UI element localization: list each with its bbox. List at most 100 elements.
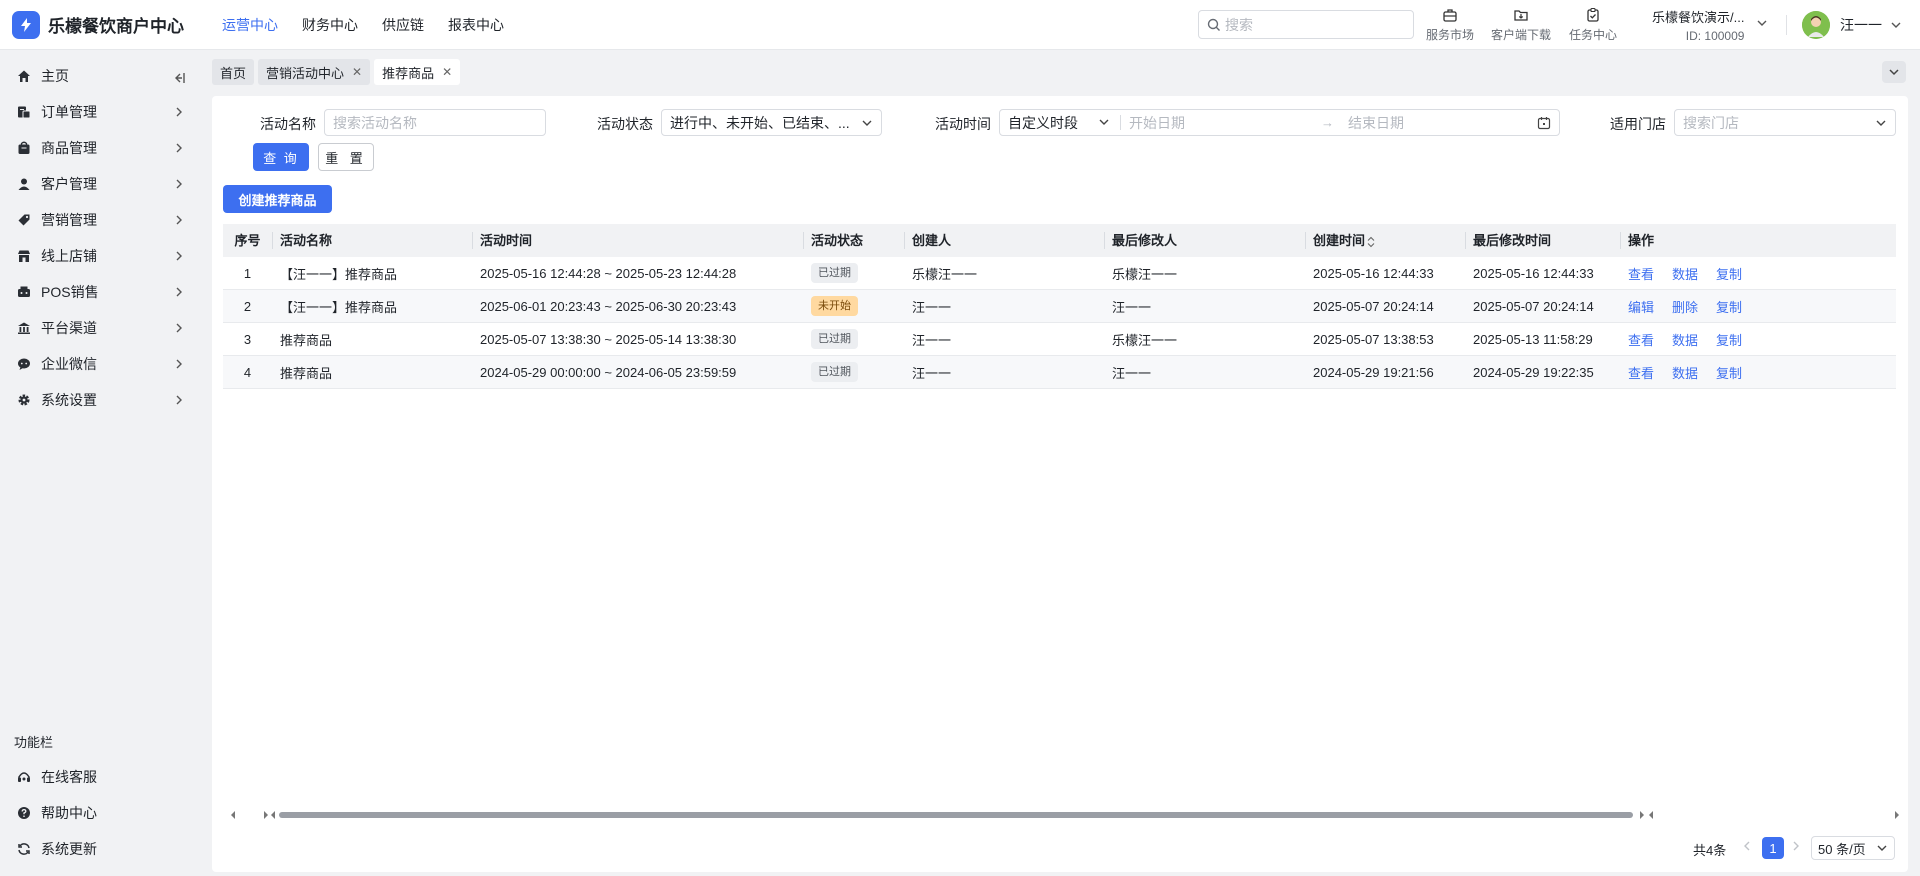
- topnav-finance[interactable]: 财务中心: [290, 0, 370, 50]
- sidebar-item-label: 客户管理: [41, 176, 97, 192]
- end-date-input[interactable]: 结束日期: [1340, 113, 1530, 133]
- chevron-right-icon: [174, 394, 184, 406]
- start-date-input[interactable]: 开始日期: [1121, 113, 1321, 133]
- next-page-icon[interactable]: [1792, 840, 1800, 852]
- create-recommended-product-button[interactable]: 创建推荐商品: [223, 185, 332, 213]
- logo-icon: [12, 10, 40, 39]
- chevron-right-icon: [174, 106, 184, 118]
- topnav-operations[interactable]: 运营中心: [210, 0, 290, 50]
- table-row: 4 推荐商品 2024-05-29 00:00:00 ~ 2024-06-05 …: [223, 356, 1896, 389]
- sidebar-item-orders[interactable]: 订单管理: [0, 94, 200, 130]
- chevron-down-icon[interactable]: [1756, 17, 1768, 29]
- cell-creator: 乐檬汪一一: [912, 266, 978, 282]
- copy-link[interactable]: 复制: [1716, 366, 1742, 381]
- prev-page-icon[interactable]: [1743, 840, 1751, 852]
- cell-name: 【汪一一】推荐商品: [280, 299, 398, 315]
- horizontal-scrollbar[interactable]: [229, 808, 1901, 822]
- activity-status-select[interactable]: 进行中、未开始、已结束、...: [661, 109, 882, 136]
- column-header-created-time[interactable]: 创建时间: [1305, 224, 1465, 257]
- scroll-right-icon[interactable]: [1638, 810, 1646, 820]
- calendar-icon[interactable]: [1537, 116, 1551, 130]
- cell-created-time: 2024-05-29 19:21:56: [1313, 364, 1434, 380]
- cell-index: 2: [243, 298, 252, 314]
- reset-button[interactable]: 重 置: [318, 143, 374, 171]
- tab-label: 推荐商品: [382, 65, 435, 81]
- global-search[interactable]: [1198, 10, 1414, 39]
- sidebar-item-home[interactable]: 主页: [0, 58, 200, 94]
- view-link[interactable]: 查看: [1628, 267, 1654, 282]
- column-header-label: 创建时间: [1313, 233, 1366, 248]
- org-switcher[interactable]: 乐檬餐饮演示/... ID: 100009: [1652, 7, 1744, 43]
- data-link[interactable]: 数据: [1672, 267, 1698, 282]
- sidebar-item-marketing[interactable]: 营销管理: [0, 202, 200, 238]
- cell-modifier: 乐檬汪一一: [1112, 266, 1178, 282]
- sidebar-item-pos[interactable]: POS销售: [0, 274, 200, 310]
- topnav-supply-chain[interactable]: 供应链: [370, 0, 436, 50]
- copy-link[interactable]: 复制: [1716, 300, 1742, 315]
- scroll-left-icon[interactable]: [1647, 810, 1655, 820]
- search-icon: [1207, 18, 1221, 32]
- clipboard-check-icon: [1585, 7, 1601, 23]
- scroll-thumb[interactable]: [279, 812, 1633, 818]
- edit-link[interactable]: 编辑: [1628, 300, 1654, 315]
- tab-marketing-center[interactable]: 营销活动中心 ✕: [258, 59, 371, 85]
- scroll-left-icon[interactable]: [229, 810, 237, 820]
- sidebar-item-products[interactable]: 商品管理: [0, 130, 200, 166]
- page-number-current[interactable]: 1: [1762, 837, 1784, 859]
- copy-link[interactable]: 复制: [1716, 333, 1742, 348]
- delete-link[interactable]: 删除: [1672, 300, 1698, 315]
- chevron-right-icon: [174, 178, 184, 190]
- topnav-reports[interactable]: 报表中心: [436, 0, 516, 50]
- user-menu[interactable]: 汪一一: [1802, 11, 1902, 39]
- function-item-help-center[interactable]: 帮助中心: [0, 795, 200, 831]
- sidebar-item-label: 主页: [41, 68, 69, 84]
- sidebar-item-online-store[interactable]: 线上店铺: [0, 238, 200, 274]
- order-icon: [16, 104, 32, 120]
- home-icon: [16, 68, 32, 84]
- sidebar-item-channels[interactable]: 平台渠道: [0, 310, 200, 346]
- data-link[interactable]: 数据: [1672, 333, 1698, 348]
- sidebar-item-wecom[interactable]: 企业微信: [0, 346, 200, 382]
- quick-task-center[interactable]: 任务中心: [1569, 7, 1617, 43]
- cell-name: 推荐商品: [280, 332, 333, 348]
- chevron-right-icon: [174, 358, 184, 370]
- org-id: ID: 100009: [1685, 29, 1745, 43]
- sidebar-item-customers[interactable]: 客户管理: [0, 166, 200, 202]
- tab-home[interactable]: 首页: [212, 59, 255, 85]
- column-header-index: 序号: [234, 233, 261, 248]
- function-item-system-update[interactable]: 系统更新: [0, 831, 200, 867]
- tab-recommended-products[interactable]: 推荐商品 ✕: [374, 59, 461, 85]
- quick-client-download[interactable]: 客户端下载: [1491, 7, 1551, 43]
- view-link[interactable]: 查看: [1628, 366, 1654, 381]
- scroll-right-icon[interactable]: [1893, 810, 1901, 820]
- column-header-actions: 操作: [1620, 224, 1896, 257]
- copy-link[interactable]: 复制: [1716, 267, 1742, 282]
- data-link[interactable]: 数据: [1672, 366, 1698, 381]
- function-item-online-support[interactable]: 在线客服: [0, 759, 200, 795]
- page-size-select[interactable]: 50 条/页: [1811, 836, 1895, 860]
- status-badge: 已过期: [811, 362, 858, 382]
- close-icon[interactable]: ✕: [442, 65, 452, 79]
- cell-creator: 汪一一: [912, 332, 952, 348]
- activity-name-input[interactable]: 搜索活动名称: [324, 109, 546, 136]
- sort-icon[interactable]: [1367, 236, 1375, 248]
- app-logo[interactable]: 乐檬餐饮商户中心: [12, 10, 210, 39]
- cell-name: 【汪一一】推荐商品: [280, 266, 398, 282]
- cell-creator: 汪一一: [912, 365, 952, 381]
- column-header-creator: 创建人: [904, 224, 1104, 257]
- close-icon[interactable]: ✕: [352, 65, 362, 79]
- global-search-input[interactable]: [1225, 16, 1395, 33]
- quick-service-market[interactable]: 服务市场: [1426, 7, 1474, 43]
- view-link[interactable]: 查看: [1628, 333, 1654, 348]
- sidebar-item-label: 订单管理: [41, 104, 97, 120]
- scroll-left-icon[interactable]: [269, 810, 277, 820]
- sidebar-item-settings[interactable]: 系统设置: [0, 382, 200, 418]
- time-mode-select[interactable]: 自定义时段: [1000, 110, 1120, 135]
- filter-name-label: 活动名称: [260, 116, 316, 132]
- help-icon: [16, 805, 32, 821]
- store-select[interactable]: 搜索门店: [1674, 109, 1896, 136]
- query-button[interactable]: 查 询: [253, 143, 309, 171]
- tabs-menu-button[interactable]: [1882, 61, 1906, 83]
- briefcase-icon: [1442, 7, 1458, 23]
- sidebar-item-label: POS销售: [41, 284, 99, 300]
